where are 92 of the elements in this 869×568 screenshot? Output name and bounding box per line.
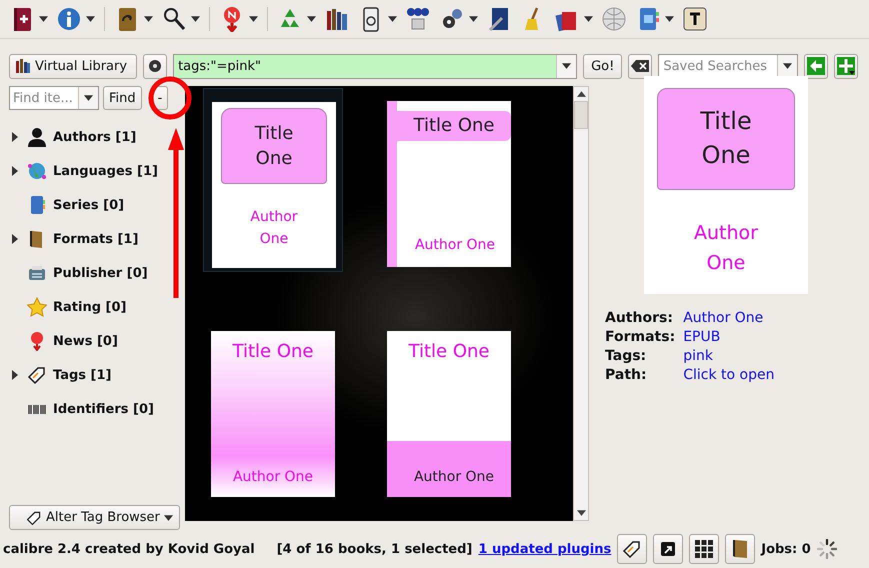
bookshelf-icon bbox=[324, 6, 350, 32]
cover-author: Author One bbox=[693, 221, 759, 276]
details-toggle[interactable] bbox=[653, 534, 684, 564]
caret-icon bbox=[144, 16, 153, 22]
tag-browser-item[interactable]: Identifiers [0] bbox=[9, 392, 154, 426]
caret-icon bbox=[388, 16, 397, 22]
detail-label: Formats: bbox=[605, 329, 676, 345]
tag-browser-item[interactable]: News [0] bbox=[9, 324, 118, 358]
info-icon bbox=[56, 6, 82, 32]
globe-icon bbox=[601, 6, 627, 32]
typewriter-icon bbox=[27, 263, 47, 283]
magnifier-icon bbox=[161, 6, 187, 32]
tag-browser-item[interactable]: Formats [1] bbox=[9, 222, 138, 256]
letter-block-icon bbox=[682, 6, 708, 32]
cover-banner: Title One bbox=[221, 108, 327, 184]
expand-arrow-icon[interactable] bbox=[12, 166, 18, 176]
cover-title: Title One bbox=[232, 341, 314, 362]
save-search-button[interactable] bbox=[834, 54, 858, 78]
detail-link[interactable]: Click to open bbox=[683, 367, 774, 383]
scroll-up-icon[interactable] bbox=[576, 91, 586, 97]
find-button[interactable]: Find bbox=[103, 86, 142, 110]
detail-link[interactable]: pink bbox=[683, 348, 774, 364]
network-balls-icon bbox=[405, 6, 431, 32]
expand-arrow-icon[interactable] bbox=[12, 132, 18, 142]
cover-author-band: Author One bbox=[387, 441, 511, 497]
caret-icon bbox=[84, 95, 93, 101]
caret-icon bbox=[783, 63, 792, 69]
book-view-toggle[interactable] bbox=[725, 534, 756, 564]
caret-icon bbox=[86, 16, 95, 22]
cover-author: Author One bbox=[414, 237, 496, 253]
saved-searches-combo-box[interactable]: Saved Searches bbox=[658, 54, 798, 78]
plus-icon bbox=[837, 57, 856, 75]
caret-icon bbox=[562, 63, 572, 69]
tag-icon bbox=[622, 539, 642, 559]
scroll-thumb[interactable] bbox=[574, 101, 588, 129]
find-combo-box[interactable]: Find ite... bbox=[9, 86, 99, 110]
expand-arrow-icon[interactable] bbox=[12, 370, 18, 380]
gear-button[interactable] bbox=[143, 54, 168, 78]
tag-icon bbox=[26, 510, 42, 526]
tag-browser-toggle[interactable] bbox=[617, 534, 648, 564]
dropdown-button[interactable] bbox=[556, 54, 576, 78]
tag-browser-item[interactable]: Authors [1] bbox=[9, 120, 136, 154]
scrollbar[interactable] bbox=[573, 86, 589, 521]
detail-label: Tags: bbox=[605, 348, 648, 364]
expand-arrow-icon[interactable] bbox=[12, 234, 18, 244]
cover-title: Title One bbox=[408, 341, 490, 362]
tag-browser-item[interactable]: Publisher [0] bbox=[9, 256, 148, 290]
caret-icon bbox=[249, 16, 258, 22]
globe-icon bbox=[27, 161, 47, 181]
bookshelf-icon bbox=[15, 58, 31, 74]
dropdown-button[interactable] bbox=[78, 87, 98, 109]
credit-text: calibre 2.4 created by Kovid Goyal bbox=[3, 542, 255, 556]
grid-icon bbox=[694, 539, 714, 559]
caret-icon bbox=[584, 16, 593, 22]
scroll-down-icon[interactable] bbox=[576, 510, 586, 516]
cover-author: Author One bbox=[232, 469, 314, 485]
cover-banner: Title One bbox=[657, 88, 795, 190]
spinner-icon bbox=[816, 539, 837, 559]
tag-browser-item[interactable]: Languages [1] bbox=[9, 154, 158, 188]
star-icon bbox=[27, 297, 47, 317]
annotation-circle bbox=[148, 76, 192, 120]
caret-icon bbox=[665, 16, 674, 22]
dropdown-button[interactable] bbox=[777, 54, 798, 78]
clear-search-button[interactable] bbox=[628, 54, 652, 78]
jobs-count[interactable]: Jobs: 0 bbox=[761, 542, 811, 556]
grid-toggle[interactable] bbox=[689, 534, 720, 564]
caret-icon bbox=[307, 16, 316, 22]
go-button[interactable]: Go! bbox=[583, 54, 622, 78]
alter-tag-browser-button[interactable]: Alter Tag Browser bbox=[9, 505, 180, 530]
book-count: [4 of 16 books, 1 selected] bbox=[276, 542, 472, 556]
tag-icon bbox=[27, 365, 47, 385]
cover-cell[interactable]: Title One Author One bbox=[203, 88, 343, 272]
detail-link[interactable]: Author One bbox=[683, 310, 774, 326]
caret-icon bbox=[39, 16, 48, 22]
cover-cell[interactable]: Title One Author One bbox=[379, 88, 519, 272]
copy-search-button[interactable] bbox=[804, 54, 828, 78]
detail-link[interactable]: EPUB bbox=[683, 329, 774, 345]
caret-icon bbox=[469, 16, 478, 22]
cover-title-band: Title One bbox=[397, 111, 511, 141]
person-icon bbox=[27, 127, 47, 147]
tag-browser-item[interactable]: Rating [0] bbox=[9, 290, 126, 324]
caret-icon bbox=[164, 514, 173, 520]
detail-label: Authors: bbox=[605, 310, 674, 326]
tag-browser-item[interactable]: Series [0] bbox=[9, 188, 124, 222]
detail-label: Path: bbox=[605, 367, 648, 383]
cover-cell[interactable]: Title One Author One bbox=[379, 318, 519, 502]
updated-plugins-link[interactable]: 1 updated plugins bbox=[478, 542, 612, 556]
backspace-icon bbox=[631, 57, 650, 75]
virtual-library-button[interactable]: Virtual Library bbox=[9, 54, 138, 78]
cover-author: Author One bbox=[249, 208, 299, 250]
caret-icon bbox=[191, 16, 200, 22]
tag-browser-item[interactable]: Tags [1] bbox=[9, 358, 112, 392]
